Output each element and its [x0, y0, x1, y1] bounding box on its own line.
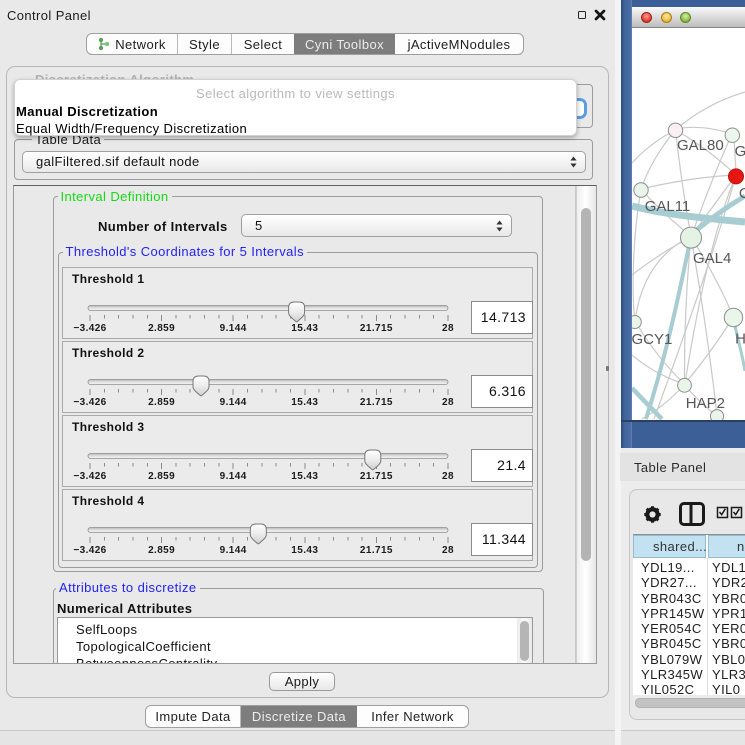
svg-text:HAP2: HAP2: [686, 395, 725, 412]
svg-text:C: C: [739, 185, 745, 202]
svg-text:GAL80: GAL80: [677, 137, 724, 154]
svg-text:GCY1: GCY1: [632, 331, 672, 348]
svg-text:H: H: [735, 331, 745, 348]
svg-text:GAL11: GAL11: [645, 198, 691, 215]
svg-text:GAL4: GAL4: [693, 250, 731, 267]
svg-text:GA: GA: [735, 143, 745, 160]
